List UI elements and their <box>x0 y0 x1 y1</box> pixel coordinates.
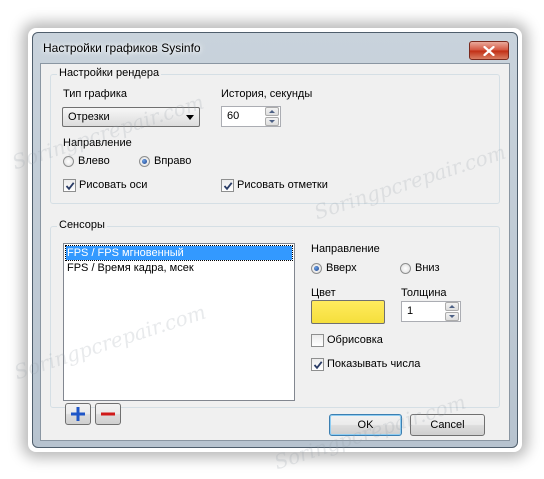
history-spin-down-button[interactable] <box>265 117 279 126</box>
remove-sensor-button[interactable] <box>95 403 121 425</box>
close-button[interactable] <box>469 41 509 60</box>
list-item[interactable]: FPS / Время кадра, мсек <box>66 261 292 275</box>
chart-type-select[interactable]: Отрезки <box>62 107 200 127</box>
direction-left-radio[interactable] <box>63 156 74 167</box>
chart-type-label: Тип графика <box>63 88 128 100</box>
draw-axes-checkbox[interactable] <box>63 179 76 192</box>
add-sensor-button[interactable] <box>65 403 91 425</box>
close-x-icon <box>483 45 495 56</box>
history-value: 60 <box>227 110 240 122</box>
direction-up-label: Вверх <box>326 262 357 274</box>
chart-type-value: Отрезки <box>68 111 110 123</box>
outline-checkbox[interactable] <box>311 334 324 347</box>
direction-right-option[interactable]: Вправо <box>139 155 219 169</box>
checkmark-icon <box>313 361 323 370</box>
direction-up-radio[interactable] <box>311 263 322 274</box>
ok-button[interactable]: OK <box>329 414 402 436</box>
list-item[interactable]: FPS / FPS мгновенный <box>65 245 293 261</box>
outline-label: Обрисовка <box>327 334 383 346</box>
sensors-list[interactable]: FPS / FPS мгновенный FPS / Время кадра, … <box>63 243 295 401</box>
chevron-down-icon <box>186 115 194 120</box>
direction-down-label: Вниз <box>415 262 440 274</box>
draw-marks-checkbox[interactable] <box>221 179 234 192</box>
window-title: Настройки графиков Sysinfo <box>43 41 201 55</box>
arrow-up-icon <box>449 305 455 308</box>
draw-axes-option[interactable]: Рисовать оси <box>63 179 173 193</box>
minus-icon <box>101 412 115 416</box>
arrow-down-icon <box>269 120 275 123</box>
checkmark-icon <box>65 182 75 191</box>
thickness-label: Толщина <box>401 287 447 299</box>
draw-marks-option[interactable]: Рисовать отметки <box>221 179 351 193</box>
title-bar[interactable]: Настройки графиков Sysinfo <box>33 33 517 63</box>
arrow-up-icon <box>269 110 275 113</box>
plus-icon <box>71 407 85 421</box>
thickness-spin-up-button[interactable] <box>445 302 459 311</box>
sensors-group-label: Сенсоры <box>57 219 107 231</box>
render-direction-label: Направление <box>63 137 132 149</box>
draw-marks-label: Рисовать отметки <box>237 179 328 191</box>
show-numbers-label: Показывать числа <box>327 358 421 370</box>
direction-right-label: Вправо <box>154 155 192 167</box>
checkmark-icon <box>223 182 233 191</box>
cancel-button[interactable]: Cancel <box>410 414 485 436</box>
dialog-client-area: Настройки рендера Тип графика Отрезки Ис… <box>40 63 510 441</box>
color-label: Цвет <box>311 287 336 299</box>
color-picker-button[interactable] <box>311 300 385 324</box>
draw-axes-label: Рисовать оси <box>79 179 148 191</box>
direction-down-radio[interactable] <box>400 263 411 274</box>
thickness-spinbox[interactable]: 1 <box>401 301 461 322</box>
render-settings-group-label: Настройки рендера <box>57 67 162 79</box>
history-spinbox[interactable]: 60 <box>221 106 281 127</box>
outline-option[interactable]: Обрисовка <box>311 334 411 348</box>
sensor-direction-label: Направление <box>311 243 380 255</box>
direction-up-option[interactable]: Вверх <box>311 262 381 276</box>
direction-left-label: Влево <box>78 155 110 167</box>
history-label: История, секунды <box>221 88 313 100</box>
show-numbers-option[interactable]: Показывать числа <box>311 358 441 372</box>
show-numbers-checkbox[interactable] <box>311 358 324 371</box>
arrow-down-icon <box>449 315 455 318</box>
dialog-window: Настройки графиков Sysinfo Настройки рен… <box>32 32 518 448</box>
direction-left-option[interactable]: Влево <box>63 155 133 169</box>
direction-right-radio[interactable] <box>139 156 150 167</box>
direction-down-option[interactable]: Вниз <box>400 262 460 276</box>
thickness-spin-down-button[interactable] <box>445 312 459 321</box>
history-spin-up-button[interactable] <box>265 107 279 116</box>
thickness-value: 1 <box>407 305 414 317</box>
